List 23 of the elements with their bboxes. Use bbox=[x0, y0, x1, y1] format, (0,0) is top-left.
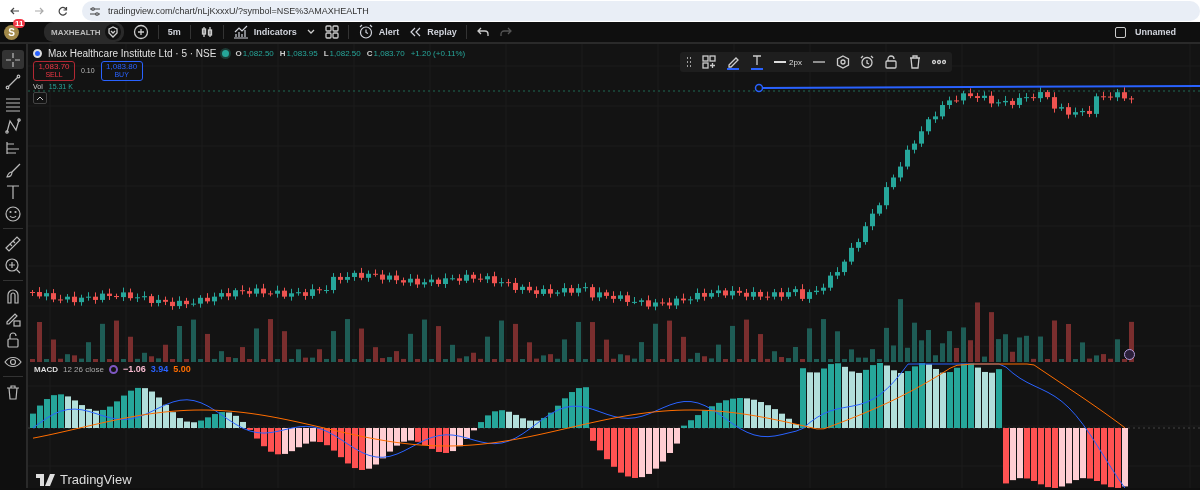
symbol-text: MAXHEALTH bbox=[51, 27, 101, 37]
interval-button[interactable]: 5m bbox=[167, 27, 181, 37]
indicators-button[interactable]: Indicators bbox=[232, 25, 297, 39]
url-text: tradingview.com/chart/nLjKxxxU/?symbol=NSE%3AMAXHEALTH bbox=[108, 6, 369, 16]
macd-value: 5.00 bbox=[173, 364, 191, 374]
macd-value: −1.06 bbox=[122, 364, 146, 374]
symbol-search[interactable]: MAXHEALTH bbox=[44, 22, 124, 42]
ohlc-value: H 1,083.95 bbox=[279, 49, 318, 58]
macd-label: MACD bbox=[34, 364, 58, 374]
alert-button[interactable]: Alert bbox=[357, 24, 400, 40]
macd-value: 3.94 bbox=[150, 364, 169, 374]
notification-badge: 11 bbox=[13, 18, 26, 28]
address-bar[interactable]: tradingview.com/chart/nLjKxxxU/?symbol=NSE%3AMAXHEALTH bbox=[82, 1, 1200, 21]
line-width-button[interactable]: 2px bbox=[774, 57, 802, 67]
layout-name-button[interactable]: Unnamed bbox=[1135, 27, 1176, 37]
macd-params: 12 26 close bbox=[63, 364, 104, 374]
symbol-title: Max Healthcare Institute Ltd · 5 · NSE bbox=[48, 48, 217, 59]
ohlc-value: C 1,083.70 bbox=[366, 49, 405, 58]
replay-button[interactable]: Replay bbox=[408, 26, 457, 38]
ohlc-value: O1,082.50 bbox=[235, 49, 274, 58]
change-value: +1.20 (+0.11%) bbox=[410, 49, 466, 58]
tradingview-logo[interactable]: TradingView bbox=[36, 472, 132, 487]
ohlc-value: L1,082.50 bbox=[323, 49, 361, 58]
